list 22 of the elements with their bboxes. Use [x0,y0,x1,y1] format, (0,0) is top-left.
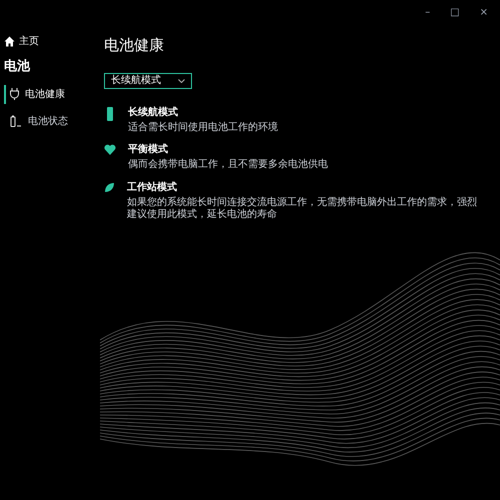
window-control[interactable]: × [480,4,488,22]
mode-description: 如果您的系统能长时间连接交流电源工作，无需携带电脑外出工作的需求，强烈建议使用此模式，延长电池的寿命 [127,196,478,222]
leaf-icon [104,182,115,192]
nav-item[interactable]: 电池状态 [4,112,104,130]
window-control[interactable]: – [425,4,430,22]
chevron-down-icon [178,78,185,82]
plug-icon [10,88,19,100]
section-title: 电池 [4,58,31,76]
home-link[interactable]: 主页 [4,34,104,49]
mode-name: 工作站模式 [127,180,178,194]
nav-item[interactable]: 电池健康 [4,84,104,104]
mode-name: 平衡模式 [128,142,169,157]
window-control[interactable]: □ [450,4,460,22]
heart-icon [104,144,116,155]
mode-description: 适合需长时间使用电池工作的环境 [128,122,278,134]
battery-icon [105,106,115,120]
mode-description: 偶而会携带电脑工作，且不需要多余电池供电 [128,159,328,172]
battery-icon [10,115,22,127]
mode-name: 长续航模式 [128,105,179,120]
home-icon [4,36,15,47]
mode-dropdown[interactable]: 长续航模式 [104,72,192,88]
page-title: 电池健康 [104,35,165,56]
